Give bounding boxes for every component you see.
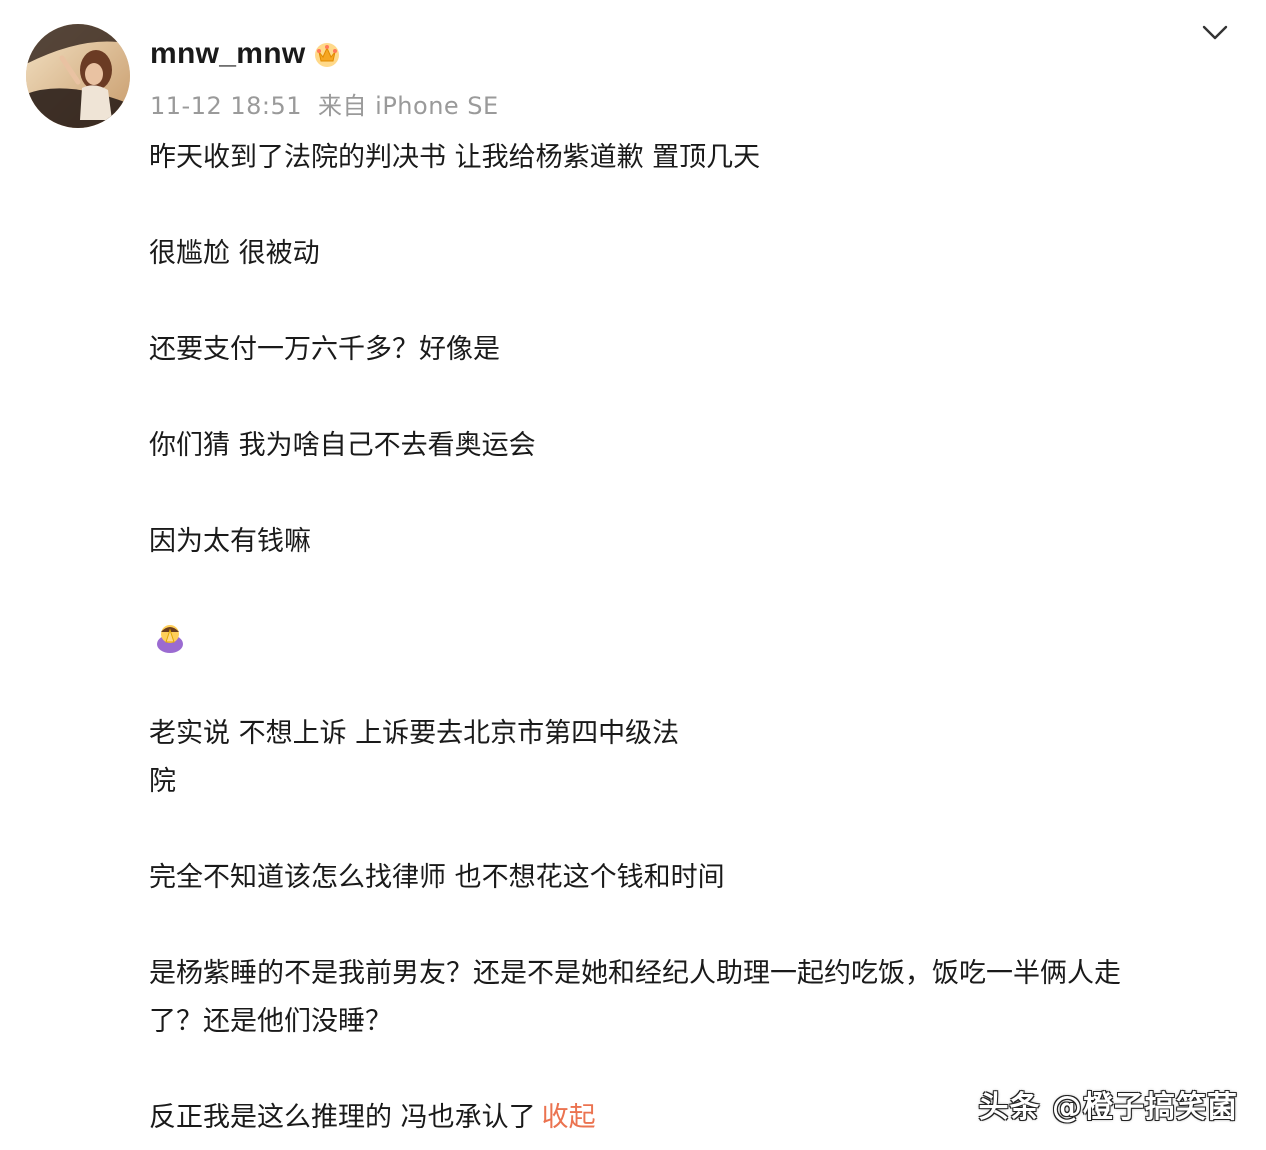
post-text-line: 反正我是这么推理的 冯也承认了 bbox=[149, 1102, 536, 1133]
post-timestamp: 11-12 18:51 bbox=[150, 92, 303, 120]
post-text-line: 你们猜 我为啥自己不去看奥运会 bbox=[149, 430, 536, 461]
post-text-line: 完全不知道该怎么找律师 也不想花这个钱和时间 bbox=[149, 862, 725, 893]
post-text-line: 因为太有钱嘛 bbox=[149, 526, 311, 557]
post-text-line: 了？还是他们没睡？ bbox=[149, 1006, 392, 1037]
user-header: mnw_mnw bbox=[150, 34, 341, 74]
avatar[interactable] bbox=[26, 24, 130, 128]
post-text-line: 是杨紫睡的不是我前男友？还是不是她和经纪人助理一起约吃饭，饭吃一半俩人走 bbox=[149, 958, 1121, 989]
post-source[interactable]: 来自 iPhone SE bbox=[318, 92, 499, 120]
vip-crown-icon[interactable] bbox=[313, 40, 341, 68]
post-text-line: 昨天收到了法院的判决书 让我给杨紫道歉 置顶几天 bbox=[149, 142, 761, 173]
post-text-line: 院 bbox=[149, 766, 176, 797]
post-text-line: 还要支付一万六千多？好像是 bbox=[149, 334, 500, 365]
weibo-post: mnw_mnw 11-12 18:51 来自 iPhone SE 昨天收到了法院的… bbox=[0, 0, 1266, 1150]
post-text-line: 老实说 不想上诉 上诉要去北京市第四中级法 bbox=[149, 718, 680, 749]
watermark: 头条 @橙子搞笑菌 bbox=[978, 1090, 1238, 1125]
post-meta: 11-12 18:51 来自 iPhone SE bbox=[150, 86, 499, 121]
collapse-link[interactable]: 收起 bbox=[542, 1102, 596, 1133]
post-last-line: 反正我是这么推理的 冯也承认了 收起 bbox=[149, 1094, 596, 1142]
praying-emoji-icon bbox=[153, 620, 187, 654]
avatar-photo bbox=[26, 24, 130, 128]
chevron-down-icon[interactable] bbox=[1196, 18, 1234, 48]
post-text-line: 很尴尬 很被动 bbox=[149, 238, 320, 269]
username-link[interactable]: mnw_mnw bbox=[150, 37, 305, 71]
